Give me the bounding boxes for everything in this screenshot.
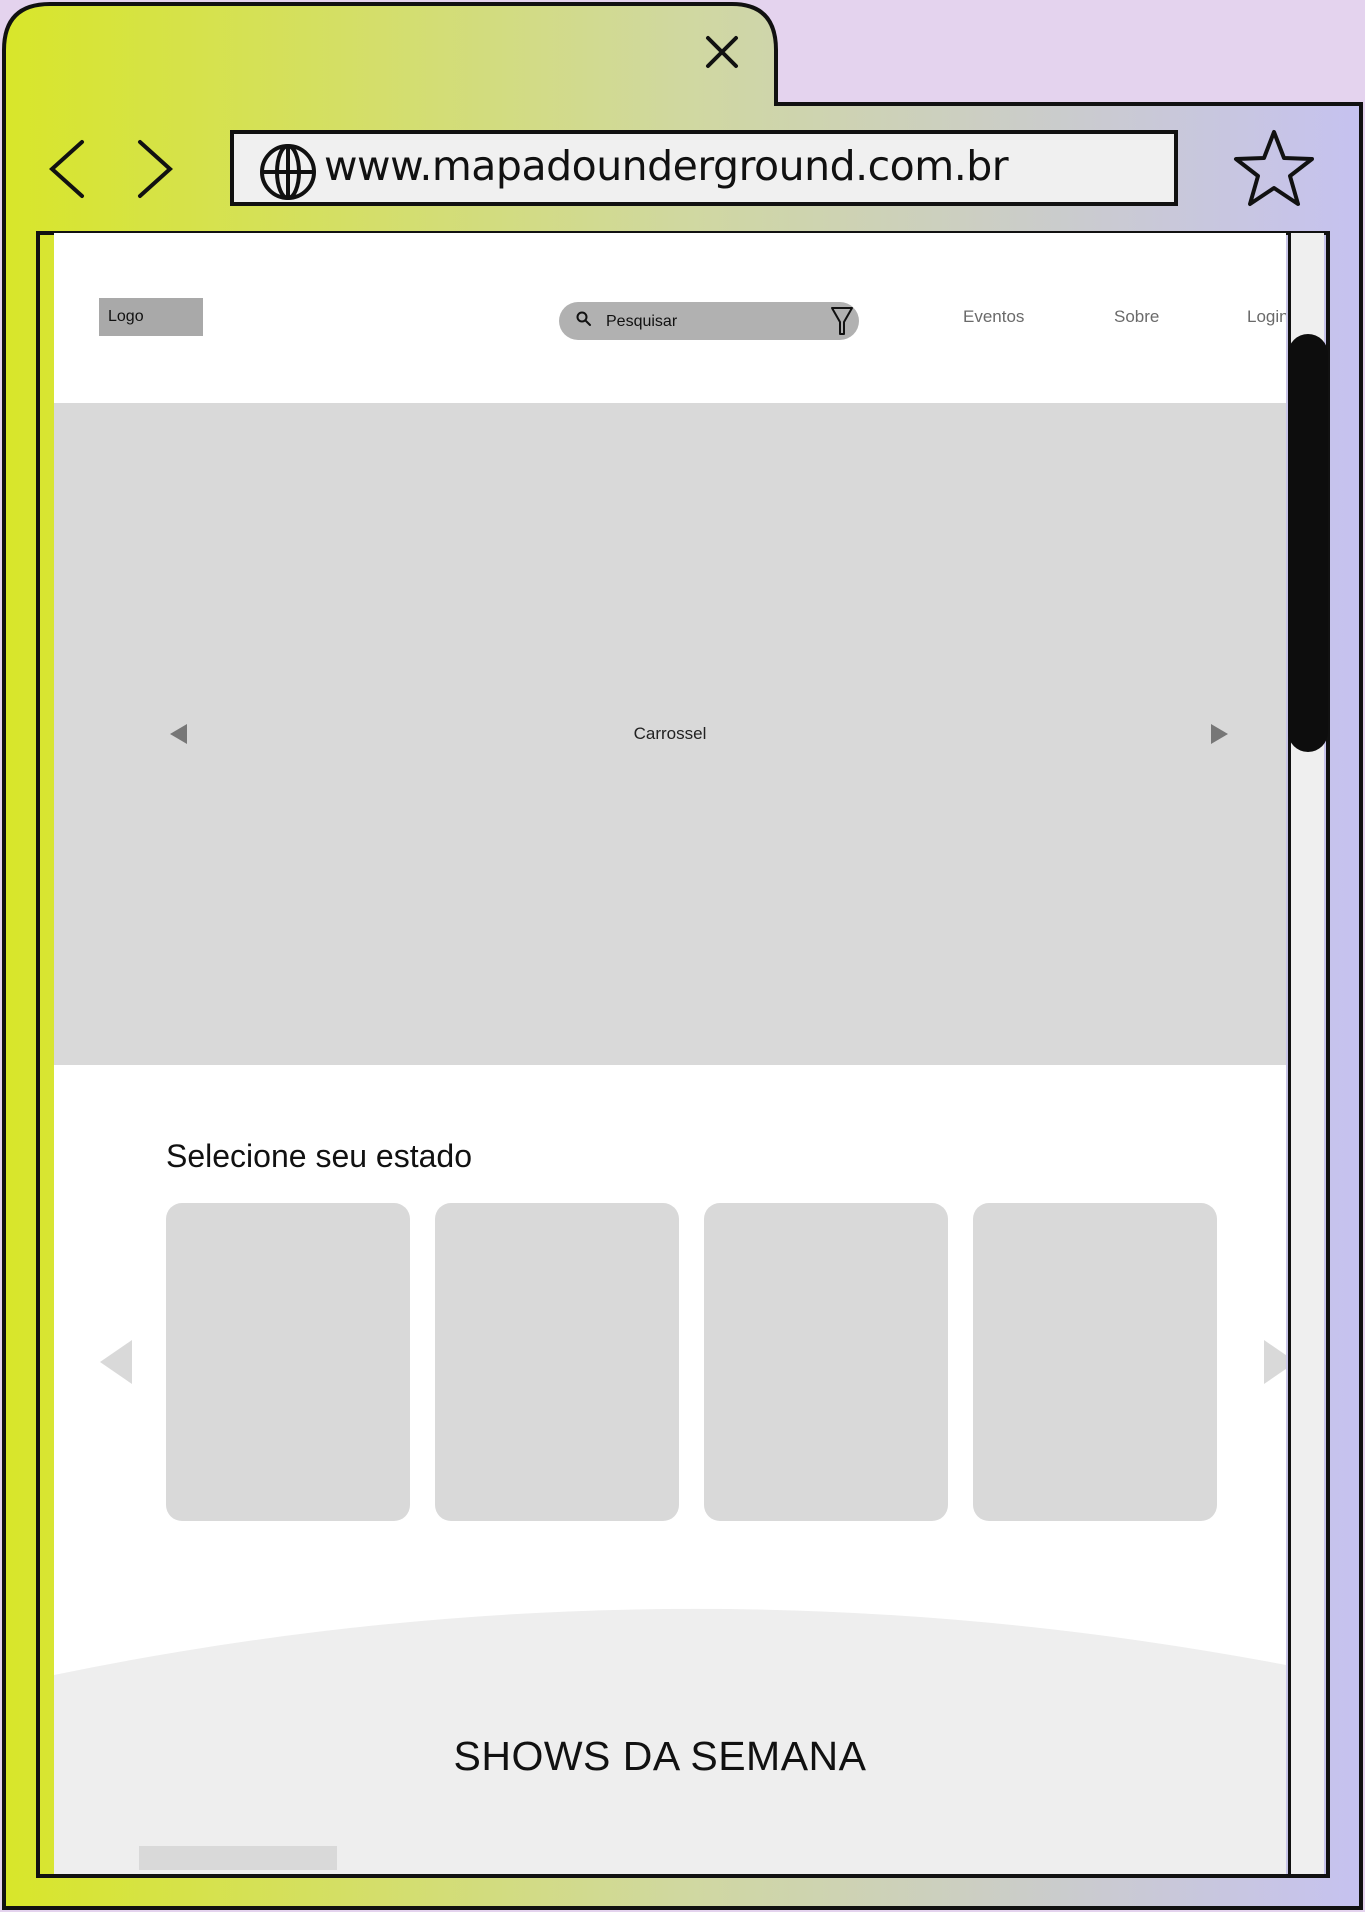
star-icon[interactable] — [1232, 128, 1316, 208]
page-viewport: Logo Pesquisar Eventos Sobre Login Carro… — [54, 233, 1286, 1875]
shows-section-title: SHOWS DA SEMANA — [453, 1733, 867, 1779]
chevron-left-icon[interactable] — [40, 134, 100, 204]
chevron-right-icon[interactable] — [128, 134, 188, 204]
scrollbar-thumb[interactable] — [1288, 334, 1328, 752]
close-icon[interactable] — [700, 30, 744, 74]
address-bar[interactable]: www.mapadounderground.com.br — [230, 130, 1178, 206]
shows-placeholder-bar — [139, 1846, 337, 1870]
window-bottom-border — [37, 1874, 1329, 1878]
url-text: www.mapadounderground.com.br — [324, 142, 1009, 190]
shows-section-background — [54, 1608, 1286, 1875]
globe-icon — [260, 144, 316, 200]
